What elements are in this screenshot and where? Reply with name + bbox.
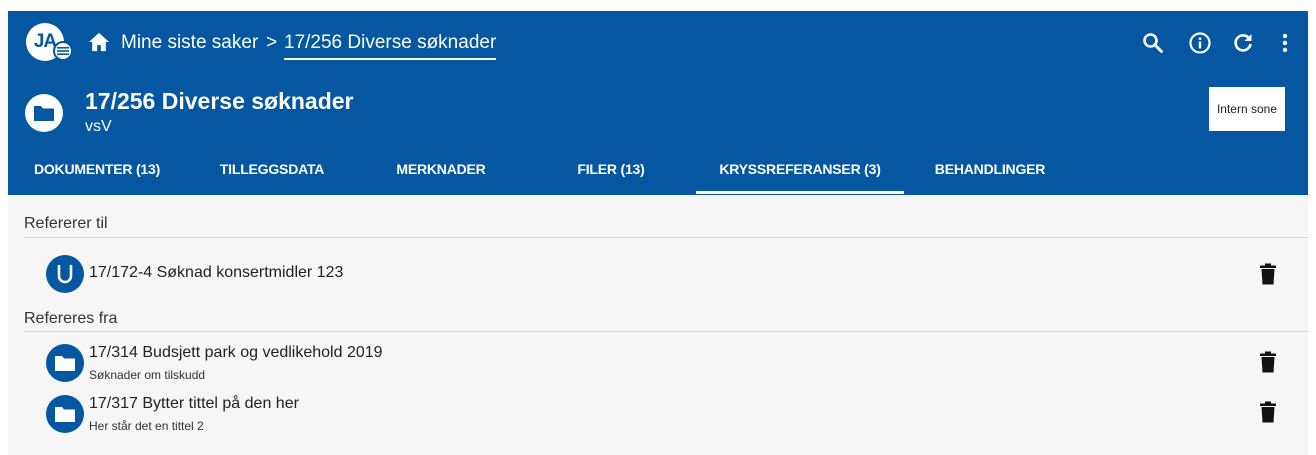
search-icon[interactable] — [1141, 31, 1165, 55]
delete-icon[interactable] — [1258, 401, 1278, 423]
info-icon[interactable] — [1188, 31, 1212, 55]
delete-icon[interactable] — [1258, 263, 1278, 285]
divider — [24, 331, 1308, 332]
tab-tilleggsdata[interactable]: TILLEGGSDATA — [206, 155, 338, 195]
breadcrumb-current[interactable]: 17/256 Diverse søknader — [284, 31, 497, 60]
folder-icon — [46, 395, 84, 433]
app-window: JA Mine siste saker > 17/256 Diverse søk… — [8, 11, 1308, 455]
breadcrumb-home[interactable]: Mine siste saker — [121, 31, 258, 55]
reference-title[interactable]: 17/317 Bytter tittel på den her — [89, 394, 299, 414]
refresh-icon[interactable] — [1231, 31, 1255, 55]
case-title: 17/256 Diverse søknader — [85, 88, 354, 114]
more-vert-icon[interactable] — [1273, 31, 1297, 55]
home-icon[interactable] — [88, 32, 110, 52]
delete-icon[interactable] — [1258, 351, 1278, 373]
tab-filer[interactable]: FILER (13) — [564, 155, 658, 195]
u-letter-icon — [46, 255, 84, 293]
breadcrumb-separator: > — [266, 32, 278, 53]
intern-sone-button[interactable]: Intern sone — [1209, 87, 1285, 131]
tab-kryssreferanser[interactable]: KRYSSREFERANSER (3) — [696, 155, 904, 195]
app-header: JA Mine siste saker > 17/256 Diverse søk… — [8, 11, 1308, 195]
list-badge-icon — [53, 41, 73, 61]
section-heading-refers-to: Refererer til — [24, 215, 108, 232]
reference-subtitle: Søknader om tilskudd — [89, 368, 206, 382]
reference-title[interactable]: 17/314 Budsjett park og vedlikehold 2019 — [89, 343, 383, 363]
case-folder-icon — [25, 94, 63, 132]
reference-subtitle: Her står det en tittel 2 — [89, 419, 204, 433]
folder-icon — [46, 344, 84, 382]
tab-bar: DOKUMENTER (13) TILLEGGSDATA MERKNADER F… — [8, 155, 1308, 195]
divider — [24, 237, 1308, 238]
case-subtitle: vsV — [85, 118, 112, 135]
tab-behandlinger[interactable]: BEHANDLINGER — [920, 155, 1060, 195]
section-heading-referred-from: Refereres fra — [24, 310, 118, 327]
reference-title[interactable]: 17/172-4 Søknad konsertmidler 123 — [89, 263, 343, 283]
tab-dokumenter[interactable]: DOKUMENTER (13) — [20, 155, 174, 195]
tab-merknader[interactable]: MERKNADER — [385, 155, 497, 195]
